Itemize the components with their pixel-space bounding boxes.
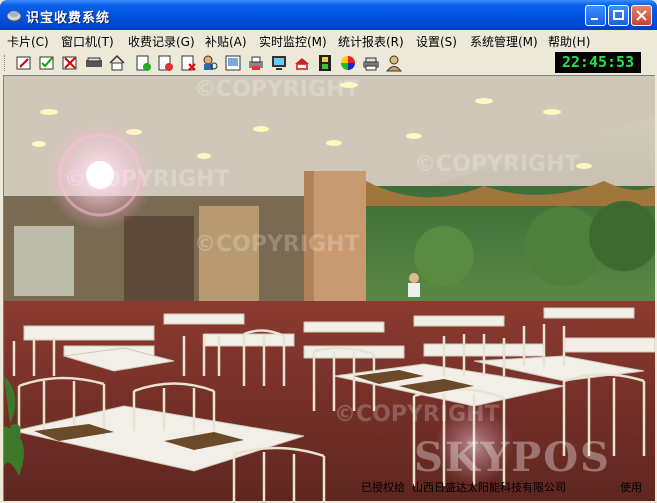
main-window: 识宝收费系统 卡片(C) 窗口机(T) 收费记录(G) 补贴(A) 实时监控(M… <box>0 0 657 503</box>
cancel-card-icon[interactable] <box>61 54 79 72</box>
card-reader-icon[interactable] <box>85 54 103 72</box>
background-photo: ©COPYRIGHT ©COPYRIGHT ©COPYRIGHT ©COPYRI… <box>3 75 655 501</box>
check-card-icon[interactable] <box>38 54 56 72</box>
menu-system[interactable]: 系统管理(M) <box>470 33 538 50</box>
title-bar[interactable]: 识宝收费系统 <box>0 0 657 30</box>
toolbar-grip[interactable] <box>4 55 7 71</box>
window-title: 识宝收费系统 <box>26 11 111 26</box>
menu-reports[interactable]: 统计报表(R) <box>338 33 404 50</box>
watermark-1: ©COPYRIGHT <box>194 77 360 102</box>
menu-terminal[interactable]: 窗口机(T) <box>61 33 114 50</box>
edit-card-icon[interactable] <box>15 54 33 72</box>
menu-help[interactable]: 帮助(H) <box>548 33 590 50</box>
menu-subsidy[interactable]: 补贴(A) <box>205 33 247 50</box>
license-prefix: 已授权给 <box>361 481 405 494</box>
minimize-button[interactable] <box>585 5 606 26</box>
close-button[interactable] <box>631 5 652 26</box>
watermark-4: ©COPYRIGHT <box>194 232 360 257</box>
delete-doc-icon[interactable] <box>179 54 197 72</box>
license-suffix: 使用 <box>620 481 642 494</box>
menu-bar: 卡片(C) 窗口机(T) 收费记录(G) 补贴(A) 实时监控(M) 统计报表(… <box>0 30 657 52</box>
menu-settings[interactable]: 设置(S) <box>416 33 457 50</box>
report-icon[interactable] <box>224 54 242 72</box>
licensee-name: 山西日盛达太阳能科技有限公司 <box>412 481 566 494</box>
monitor-icon[interactable] <box>270 54 288 72</box>
watermark-2: ©COPYRIGHT <box>64 167 230 192</box>
menu-card[interactable]: 卡片(C) <box>7 33 49 50</box>
film-icon[interactable] <box>316 54 334 72</box>
maximize-button[interactable] <box>608 5 629 26</box>
printer-icon[interactable] <box>362 54 380 72</box>
search-user-icon[interactable] <box>201 54 219 72</box>
add-doc-icon[interactable] <box>134 54 152 72</box>
export-doc-icon[interactable] <box>156 54 174 72</box>
user-icon[interactable] <box>385 54 403 72</box>
app-icon <box>6 7 22 23</box>
brand-logo: SKYPOS <box>414 434 611 481</box>
menu-monitor[interactable]: 实时监控(M) <box>259 33 327 50</box>
register-icon[interactable] <box>293 54 311 72</box>
clock-display: 22:45:53 <box>555 52 641 73</box>
print-icon[interactable] <box>247 54 265 72</box>
menu-records[interactable]: 收费记录(G) <box>128 33 195 50</box>
watermark-5: ©COPYRIGHT <box>334 402 500 427</box>
color-icon[interactable] <box>339 54 357 72</box>
watermark-3: ©COPYRIGHT <box>414 152 580 177</box>
home-icon[interactable] <box>108 54 126 72</box>
